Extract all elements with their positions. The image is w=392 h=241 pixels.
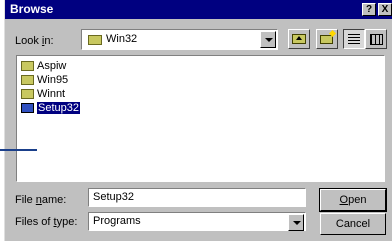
list-item-label: Setup32 [37,102,80,114]
browse-dialog: Browse ? X Look in: Win32 Aspiw Win95 Wi… [4,0,392,241]
up-folder-icon [292,34,306,44]
chevron-down-icon[interactable] [288,214,304,231]
file-list[interactable]: Aspiw Win95 Winnt Setup32 [16,55,385,182]
open-button[interactable]: Open [319,188,387,212]
list-item-aspiw[interactable]: Aspiw [21,59,66,73]
list-item-label: Winnt [37,88,66,100]
new-folder-button[interactable] [316,29,338,49]
list-view-icon [348,34,360,44]
folder-icon [21,75,34,85]
chevron-down-icon[interactable] [260,31,276,48]
look-in-value: Win32 [106,33,138,45]
file-name-label: File name: [15,194,67,206]
look-in-dropdown[interactable]: Win32 [81,29,278,50]
folder-icon [21,61,34,71]
callout-line [0,149,37,151]
look-in-label: Look in: [15,35,54,47]
cancel-button[interactable]: Cancel [320,213,386,235]
folder-icon [88,35,102,45]
files-of-type-label: Files of type: [15,216,78,228]
new-folder-icon [320,35,333,44]
file-name-input[interactable]: Setup32 [88,188,306,207]
details-view-icon [370,34,383,45]
list-view-button[interactable] [343,29,365,49]
details-view-button[interactable] [365,29,387,49]
close-button[interactable]: X [378,3,392,16]
list-item-setup32[interactable]: Setup32 [21,101,80,115]
window-title: Browse [10,2,54,16]
files-of-type-value: Programs [93,215,141,227]
list-item-label: Win95 [37,74,69,86]
title-bar[interactable]: Browse ? X [5,0,392,19]
program-icon [21,103,34,113]
folder-icon [21,89,34,99]
list-item-winnt[interactable]: Winnt [21,87,65,101]
help-button[interactable]: ? [362,3,376,16]
up-one-level-button[interactable] [288,29,310,49]
list-item-win95[interactable]: Win95 [21,73,68,87]
files-of-type-dropdown[interactable]: Programs [88,212,306,231]
list-item-label: Aspiw [37,60,67,72]
